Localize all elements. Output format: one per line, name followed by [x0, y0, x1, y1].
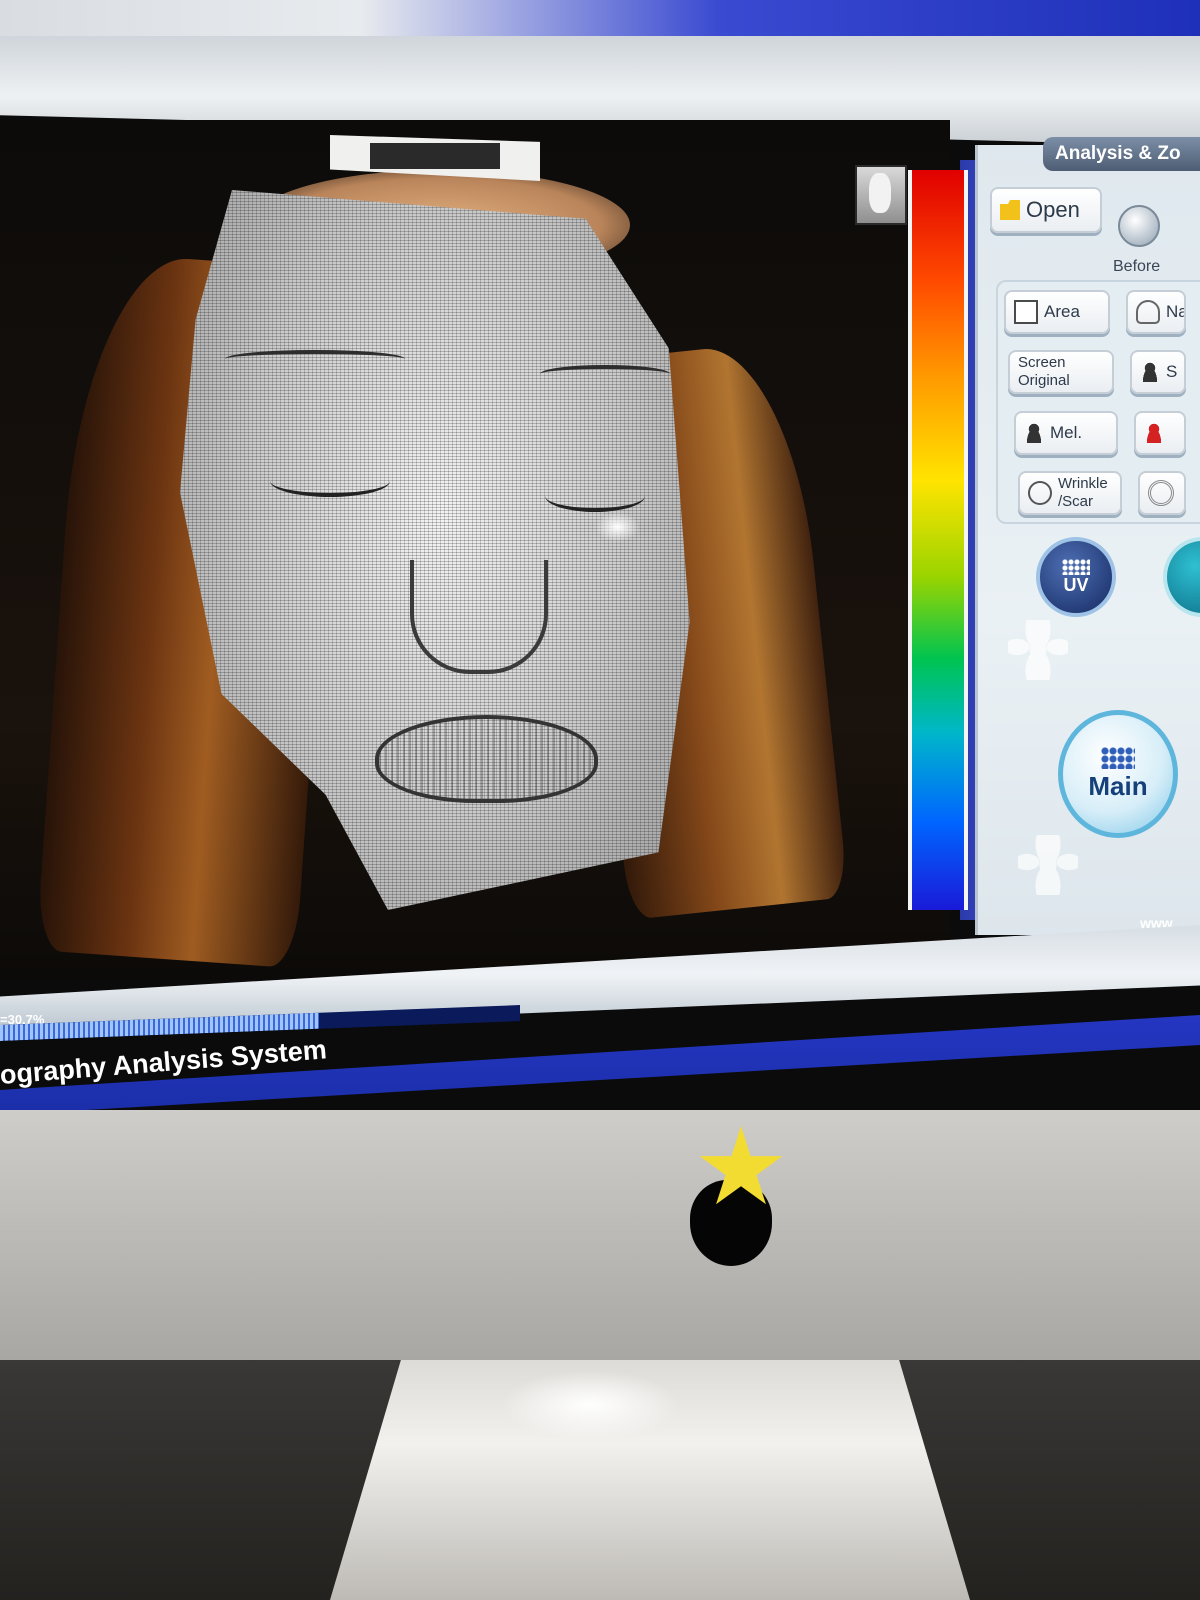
dots-icon — [1101, 746, 1135, 769]
person-icon — [1140, 362, 1160, 382]
lips — [375, 715, 598, 803]
control-panel: Analysis & Zo Open Before Area Na Screen… — [975, 137, 1200, 935]
app-screen: Analysis & Zo Open Before Area Na Screen… — [0, 0, 1200, 1110]
na-button-label: Na — [1166, 302, 1186, 321]
folder-icon — [1000, 200, 1020, 220]
wrinkle-scar-label: Wrinkle /Scar — [1058, 475, 1108, 510]
light-glare — [595, 512, 640, 542]
left-eyebrow — [225, 350, 405, 368]
dots-icon — [1062, 558, 1090, 575]
s-button-label: S — [1166, 362, 1178, 381]
open-button-label: Open — [1026, 197, 1080, 222]
area-button[interactable]: Area — [1004, 290, 1110, 334]
outline-person-icon — [1136, 300, 1160, 324]
nose — [410, 560, 548, 674]
teal-mode-button[interactable] — [1163, 537, 1200, 617]
main-button-label: Main — [1088, 770, 1148, 801]
uv-button[interactable]: UV — [1036, 537, 1116, 617]
ring-button[interactable] — [1138, 471, 1186, 515]
square-icon — [1014, 300, 1038, 324]
red-person-icon — [1144, 423, 1164, 443]
right-eye — [545, 480, 645, 512]
before-button[interactable] — [1118, 205, 1160, 247]
ring-icon — [1148, 480, 1174, 506]
open-button[interactable]: Open — [990, 187, 1102, 233]
left-eye — [270, 465, 390, 497]
red-analysis-button[interactable] — [1134, 411, 1186, 455]
uv-button-label: UV — [1063, 574, 1089, 595]
right-eyebrow — [540, 365, 670, 383]
window-title-bar — [0, 0, 1200, 36]
screen-original-button[interactable]: Screen Original — [1008, 350, 1114, 394]
panel-title: Analysis & Zo — [1043, 137, 1200, 171]
flower-decoration — [1018, 835, 1078, 895]
wrinkle-scar-button[interactable]: Wrinkle /Scar — [1018, 471, 1122, 515]
area-button-label: Area — [1044, 302, 1080, 321]
face-thumbnail[interactable] — [855, 165, 907, 225]
monitor-chin — [0, 1110, 1200, 1360]
mel-button[interactable]: Mel. — [1014, 411, 1118, 455]
person-icon — [1024, 423, 1044, 443]
color-scale-bar — [908, 170, 968, 910]
mel-button-label: Mel. — [1050, 423, 1083, 442]
screen-original-label: Screen Original — [1018, 354, 1070, 389]
flower-decoration — [1008, 620, 1068, 680]
before-label: Before — [1113, 258, 1161, 275]
stand-glare — [500, 1370, 680, 1440]
s-button[interactable]: S — [1130, 350, 1186, 394]
na-button[interactable]: Na — [1126, 290, 1186, 334]
swirl-icon — [1028, 481, 1052, 505]
main-button[interactable]: Main — [1058, 710, 1178, 838]
